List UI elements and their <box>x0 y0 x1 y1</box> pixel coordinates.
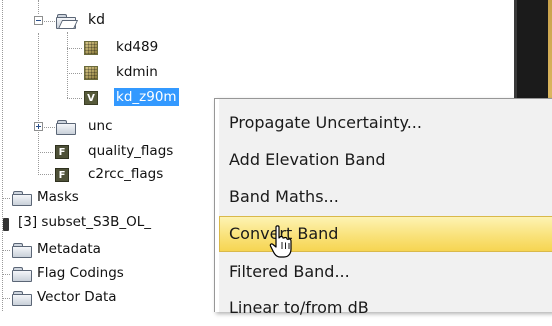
menu-item-label: Filtered Band... <box>229 262 350 281</box>
menu-item-propagate-uncertainty[interactable]: Propagate Uncertainty... <box>219 105 552 141</box>
tree-node-flag-codings[interactable]: Flag Codings <box>37 265 124 281</box>
tree-node-c2rcc-flags[interactable]: c2rcc_flags <box>88 166 163 182</box>
menu-item-linear-db[interactable]: Linear to/from dB <box>219 290 552 326</box>
menu-item-band-maths[interactable]: Band Maths... <box>219 179 552 215</box>
menu-item-add-elevation-band[interactable]: Add Elevation Band <box>219 142 552 178</box>
tree-node-kd[interactable]: kd <box>88 12 105 28</box>
menu-item-label: Add Elevation Band <box>229 150 386 169</box>
context-menu: Propagate Uncertainty... Add Elevation B… <box>214 98 552 317</box>
tree-guide-line <box>2 274 10 275</box>
tree-node-kdmin[interactable]: kdmin <box>116 64 158 80</box>
raster-band-icon <box>84 66 98 80</box>
tree-guide-line <box>44 127 55 128</box>
collapse-kd-toggle[interactable] <box>34 16 43 25</box>
expand-unc-toggle[interactable] <box>34 122 43 131</box>
folder-icon <box>12 291 32 306</box>
tree-guide-line <box>2 198 10 199</box>
tree-node-product[interactable]: [3] subset_S3B_OL_ <box>18 214 151 230</box>
tree-guide-line <box>2 298 10 299</box>
tree-node-vector-data[interactable]: Vector Data <box>37 289 117 305</box>
tree-node-kd-z90m[interactable]: kd_z90m <box>114 88 179 106</box>
tree-node-unc[interactable]: unc <box>88 118 113 134</box>
virtual-band-icon: V <box>84 91 98 105</box>
tree-guide-line <box>38 0 39 14</box>
tree-node-kd489[interactable]: kd489 <box>116 39 158 55</box>
menu-item-label: Propagate Uncertainty... <box>229 113 422 132</box>
tree-node-quality-flags[interactable]: quality_flags <box>88 143 173 159</box>
hand-pointer-cursor-icon <box>269 225 292 258</box>
tree-guide-line <box>38 174 53 175</box>
flag-band-icon: F <box>55 168 69 182</box>
tree-guide-line <box>67 32 68 98</box>
tree-guide-line <box>38 152 53 153</box>
tree-guide-line <box>67 48 82 49</box>
tree-node-masks[interactable]: Masks <box>37 189 79 205</box>
tree-guide-line <box>2 250 10 251</box>
folder-icon <box>12 191 32 206</box>
product-icon <box>3 218 9 231</box>
tree-node-metadata[interactable]: Metadata <box>37 241 101 257</box>
menu-item-label: Band Maths... <box>229 187 339 206</box>
folder-icon <box>12 243 32 258</box>
tree-guide-line <box>67 98 82 99</box>
menu-item-label: Linear to/from dB <box>229 298 369 317</box>
tree-guide-line <box>44 21 55 22</box>
tree-guide-line <box>2 0 3 311</box>
raster-band-icon <box>84 41 98 55</box>
folder-icon <box>56 120 76 135</box>
folder-icon <box>12 267 32 282</box>
folder-open-icon <box>56 14 76 29</box>
tree-guide-line <box>67 73 82 74</box>
flag-band-icon: F <box>55 145 69 159</box>
